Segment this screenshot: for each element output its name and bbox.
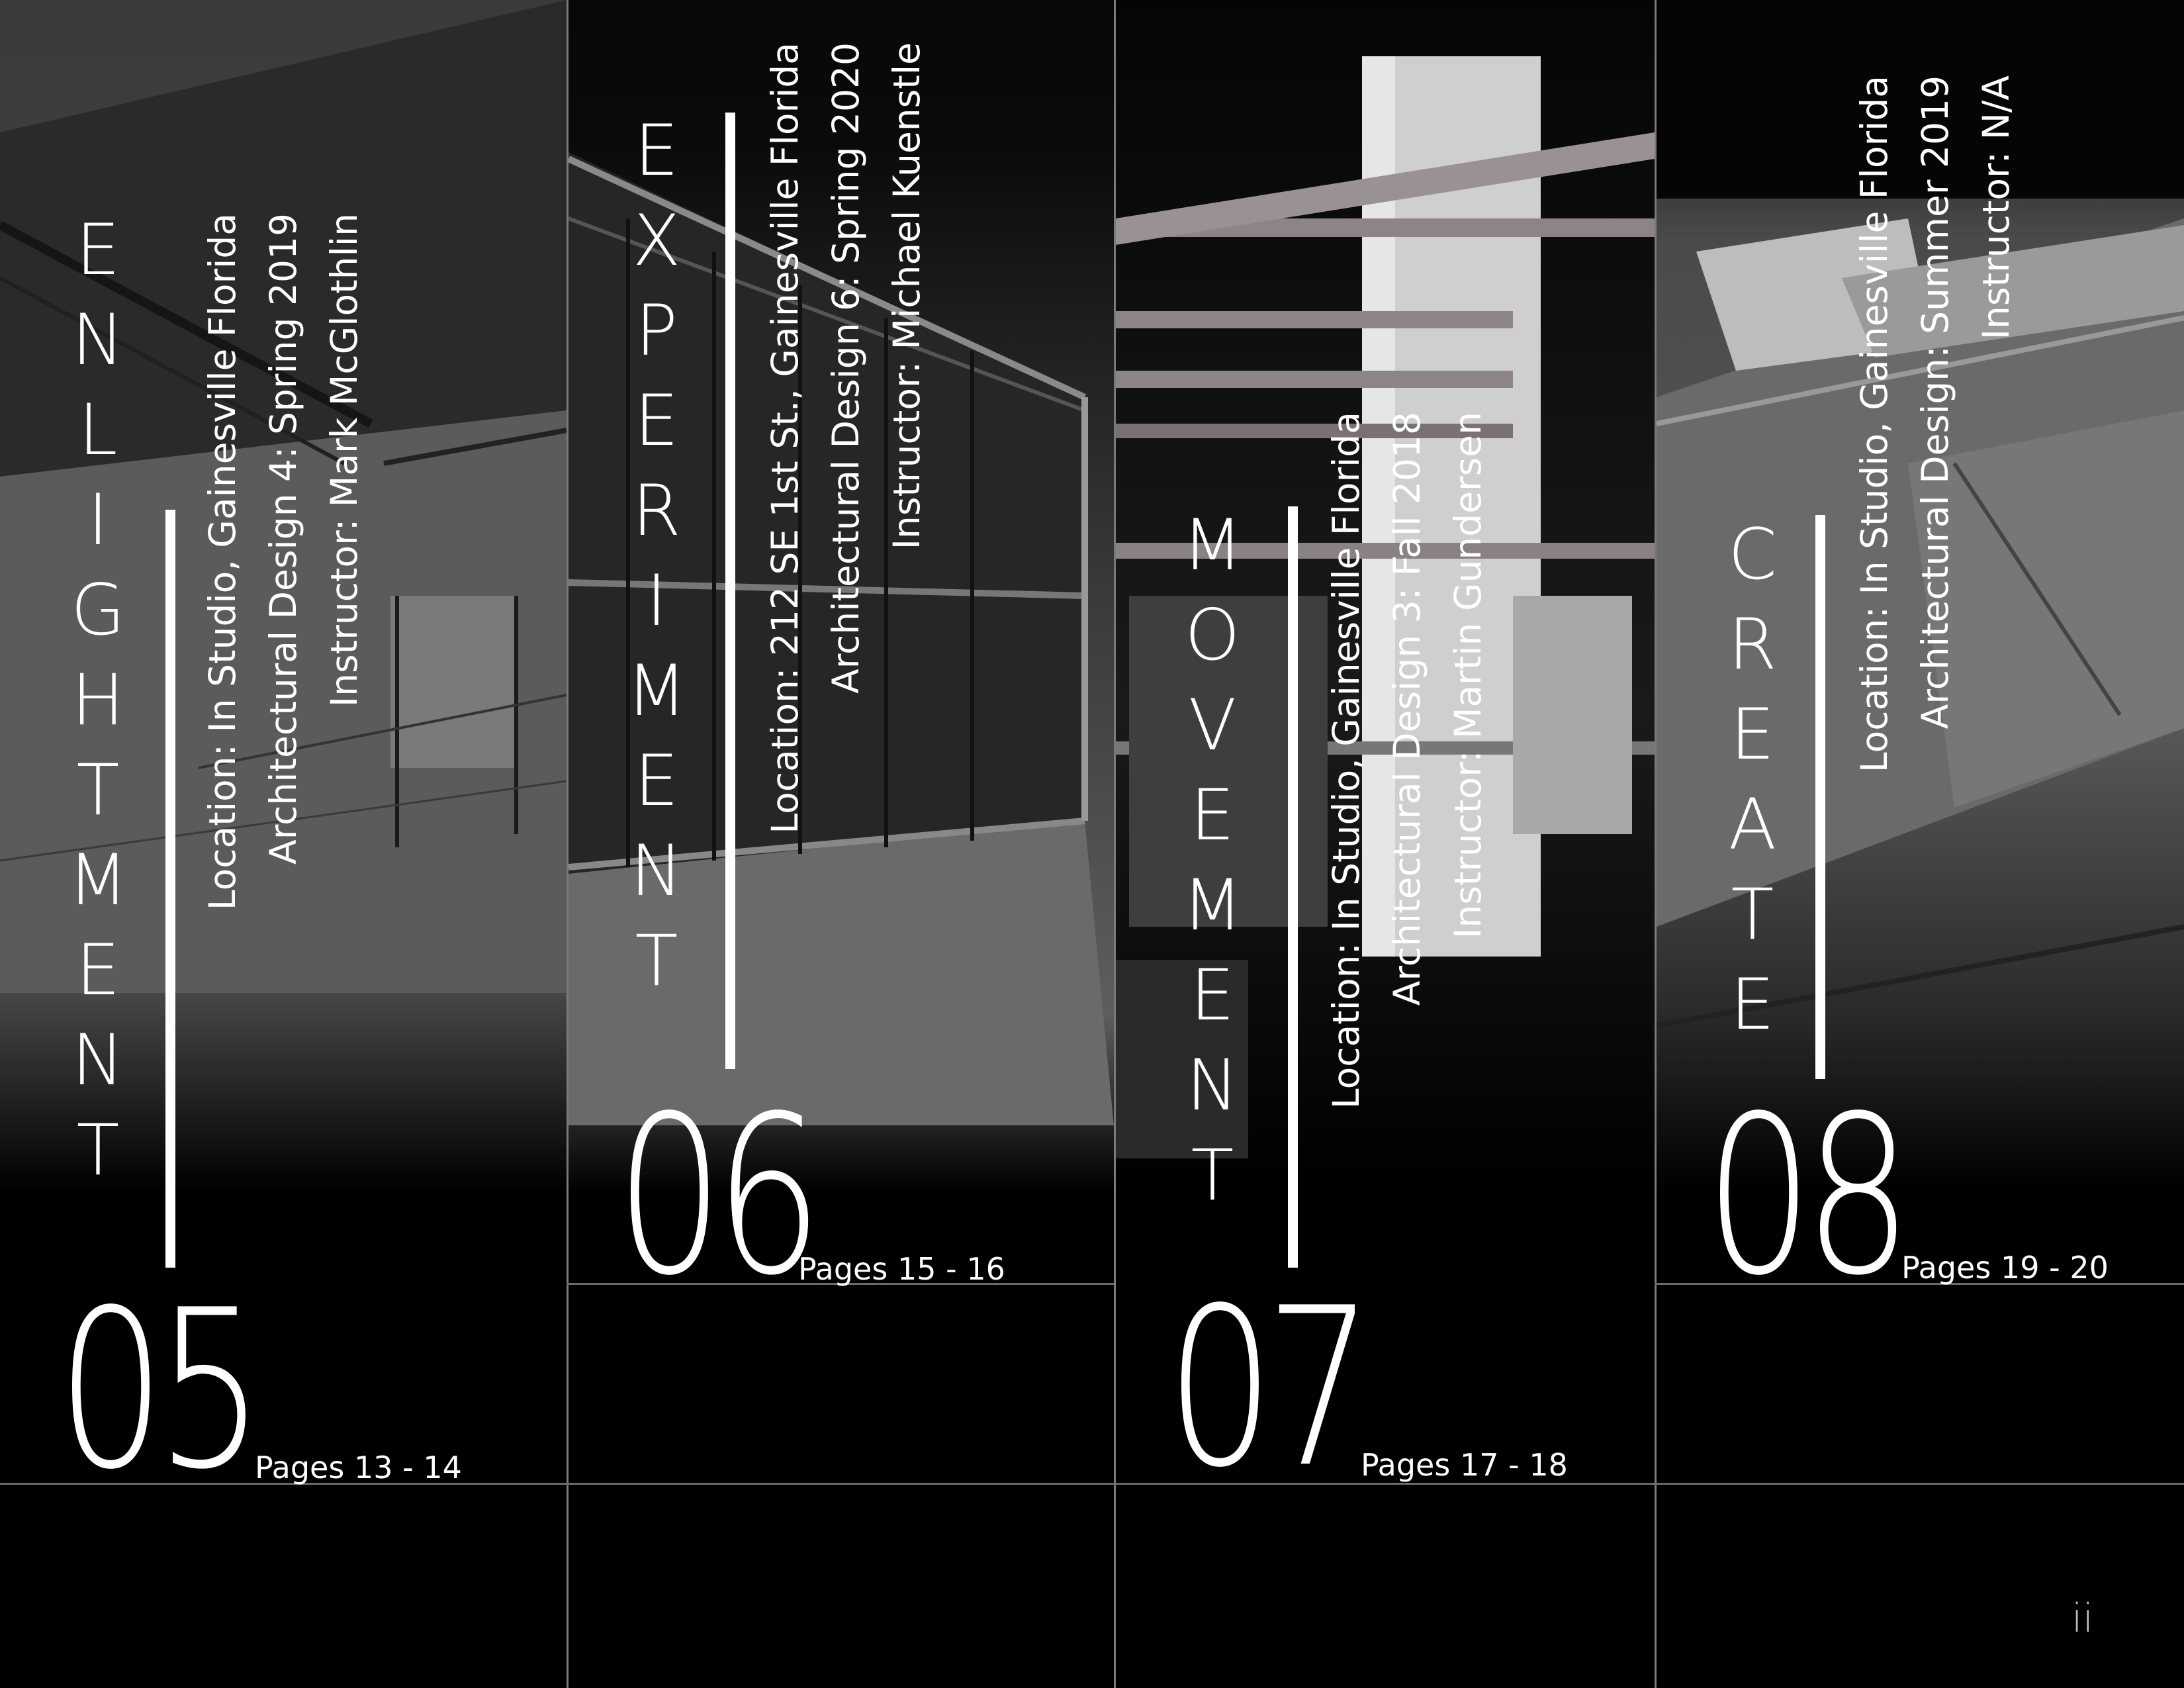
course-text: Architectural Design 6: Spring 2020	[825, 42, 867, 694]
title-letter: E	[75, 929, 120, 1011]
section-info: Location: In Studio, Gainesville Florida…	[1316, 412, 1498, 1272]
section-number: 08	[1705, 1069, 1912, 1323]
title-letter: P	[635, 290, 678, 371]
title-letter: M	[1182, 504, 1243, 586]
title-letter: N	[630, 830, 683, 912]
course-text: Architectural Design 4: Spring 2019	[262, 213, 304, 865]
title-letter: N	[1186, 1045, 1239, 1126]
instructor-text: Instructor: Michael Kuenstle	[886, 42, 928, 550]
title-letter: E	[634, 740, 679, 821]
title-letter: X	[632, 200, 681, 281]
title-letter: V	[1188, 684, 1237, 766]
title-letter: E	[1190, 955, 1235, 1036]
location-text: Location: In Studio, Gainesville Florida	[1325, 412, 1367, 1109]
page-range: Pages 15 - 16	[798, 1251, 1005, 1287]
section-divider-bar	[1815, 515, 1825, 1079]
title-letter: G	[70, 569, 126, 651]
section-title-vertical: E X P E R I M E N T	[617, 106, 696, 1006]
grid-divider	[1114, 0, 1116, 1688]
table-of-contents-page: E N L I G H T M E N T Location: In Studi…	[0, 0, 2184, 1688]
section-title-vertical: M O V E M E N T	[1173, 500, 1252, 1221]
title-letter: R	[632, 470, 681, 551]
section-title-vertical: C R E A T E	[1713, 510, 1792, 1050]
location-text: Location: In Studio, Gainesville Florida	[201, 213, 244, 911]
location-text: Location: In Studio, Gainesville Florida	[1853, 75, 1895, 773]
instructor-text: Instructor: N/A	[1975, 75, 2017, 340]
page-range: Pages 19 - 20	[1901, 1250, 2109, 1286]
title-letter: N	[71, 299, 124, 381]
location-text: Location: 212 SE 1st St., Gainesville Fl…	[764, 42, 806, 834]
title-letter: E	[1730, 694, 1775, 775]
section-info: Location: 212 SE 1st St., Gainesville Fl…	[754, 42, 937, 1075]
title-letter: E	[75, 209, 120, 291]
title-letter: E	[1730, 964, 1775, 1045]
title-letter: R	[1728, 604, 1777, 685]
title-letter: T	[1191, 1135, 1234, 1216]
section-info: Location: In Studio, Gainesville Florida…	[192, 213, 375, 1272]
title-letter: I	[87, 479, 109, 561]
title-letter: N	[71, 1019, 124, 1101]
page-range: Pages 13 - 14	[255, 1450, 462, 1485]
section-info: Location: In Studio, Gainesville Florida…	[1844, 75, 2026, 1082]
title-letter: E	[634, 110, 679, 191]
title-letter: M	[68, 839, 128, 921]
section-number: 06	[615, 1069, 823, 1323]
instructor-text: Instructor: Martin Gundersen	[1447, 412, 1489, 939]
section-number: 07	[1166, 1261, 1373, 1515]
section-divider-bar	[165, 510, 175, 1268]
title-letter: E	[1190, 774, 1235, 856]
title-letter: A	[1728, 784, 1777, 865]
title-letter: O	[1185, 594, 1240, 676]
page-number: ii	[2071, 1595, 2094, 1642]
instructor-text: Instructor: Mark McGlothlin	[323, 213, 365, 708]
section-divider-bar	[1288, 506, 1298, 1268]
title-letter: H	[71, 659, 124, 741]
title-letter: M	[1182, 865, 1243, 946]
title-letter: E	[634, 380, 679, 461]
title-letter: T	[76, 749, 120, 831]
title-letter: T	[1731, 874, 1774, 955]
title-letter: T	[76, 1109, 120, 1191]
title-letter: T	[635, 920, 678, 1002]
title-letter: L	[78, 389, 118, 471]
title-letter: M	[626, 650, 687, 731]
section-divider-bar	[725, 113, 735, 1069]
course-text: Architectural Design 3: Fall 2018	[1386, 412, 1428, 1006]
title-letter: C	[1727, 514, 1777, 595]
page-range: Pages 17 - 18	[1361, 1447, 1568, 1483]
grid-divider	[567, 0, 569, 1688]
course-text: Architectural Design: Summer 2019	[1914, 75, 1956, 729]
title-letter: I	[646, 560, 667, 641]
grid-divider	[1655, 0, 1657, 1688]
section-number: 05	[57, 1263, 264, 1517]
section-title-vertical: E N L I G H T M E N T	[58, 205, 138, 1196]
